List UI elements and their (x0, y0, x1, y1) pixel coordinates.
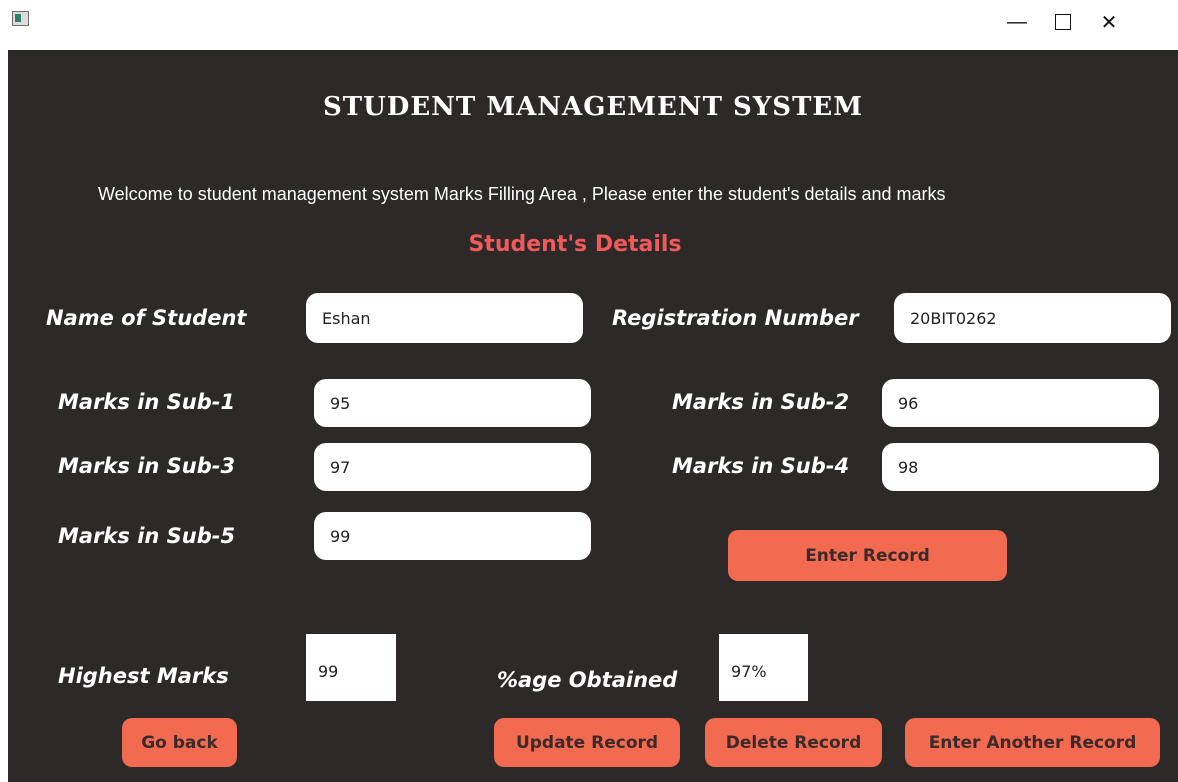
name-label: Name of Student (46, 306, 247, 330)
app-content: STUDENT MANAGEMENT SYSTEM Welcome to stu… (8, 50, 1178, 782)
percentage-label: %age Obtained (497, 668, 678, 692)
close-button[interactable]: ✕ (1086, 0, 1132, 44)
registration-input[interactable] (894, 293, 1171, 343)
sub2-label: Marks in Sub-2 (672, 390, 850, 414)
go-back-button[interactable]: Go back (122, 718, 237, 767)
sub5-label: Marks in Sub-5 (58, 524, 236, 548)
minimize-icon: — (1007, 10, 1027, 33)
sub1-input[interactable] (314, 379, 591, 427)
sub1-label: Marks in Sub-1 (58, 390, 236, 414)
registration-label: Registration Number (612, 306, 859, 330)
sub5-input[interactable] (314, 512, 591, 560)
sub4-label: Marks in Sub-4 (672, 454, 850, 478)
page-title: STUDENT MANAGEMENT SYSTEM (322, 92, 864, 122)
sub3-input[interactable] (314, 443, 591, 491)
maximize-button[interactable] (1040, 0, 1086, 44)
enter-another-record-button[interactable]: Enter Another Record (905, 718, 1160, 767)
sub4-input[interactable] (882, 443, 1159, 491)
delete-record-button[interactable]: Delete Record (705, 718, 882, 767)
percentage-field[interactable] (719, 634, 808, 701)
maximize-icon (1055, 14, 1071, 30)
update-record-button[interactable]: Update Record (494, 718, 680, 767)
close-icon: ✕ (1100, 11, 1118, 34)
name-input[interactable] (306, 293, 583, 343)
sub2-input[interactable] (882, 379, 1159, 427)
enter-record-button[interactable]: Enter Record (728, 530, 1007, 581)
section-title: Student's Details (468, 232, 682, 257)
window-titlebar: — ✕ (0, 0, 1178, 50)
minimize-button[interactable]: — (994, 0, 1040, 44)
highest-marks-field[interactable] (306, 634, 396, 701)
highest-marks-label: Highest Marks (58, 664, 229, 688)
welcome-text: Welcome to student management system Mar… (98, 184, 946, 204)
app-window-icon (12, 11, 29, 26)
sub3-label: Marks in Sub-3 (58, 454, 236, 478)
